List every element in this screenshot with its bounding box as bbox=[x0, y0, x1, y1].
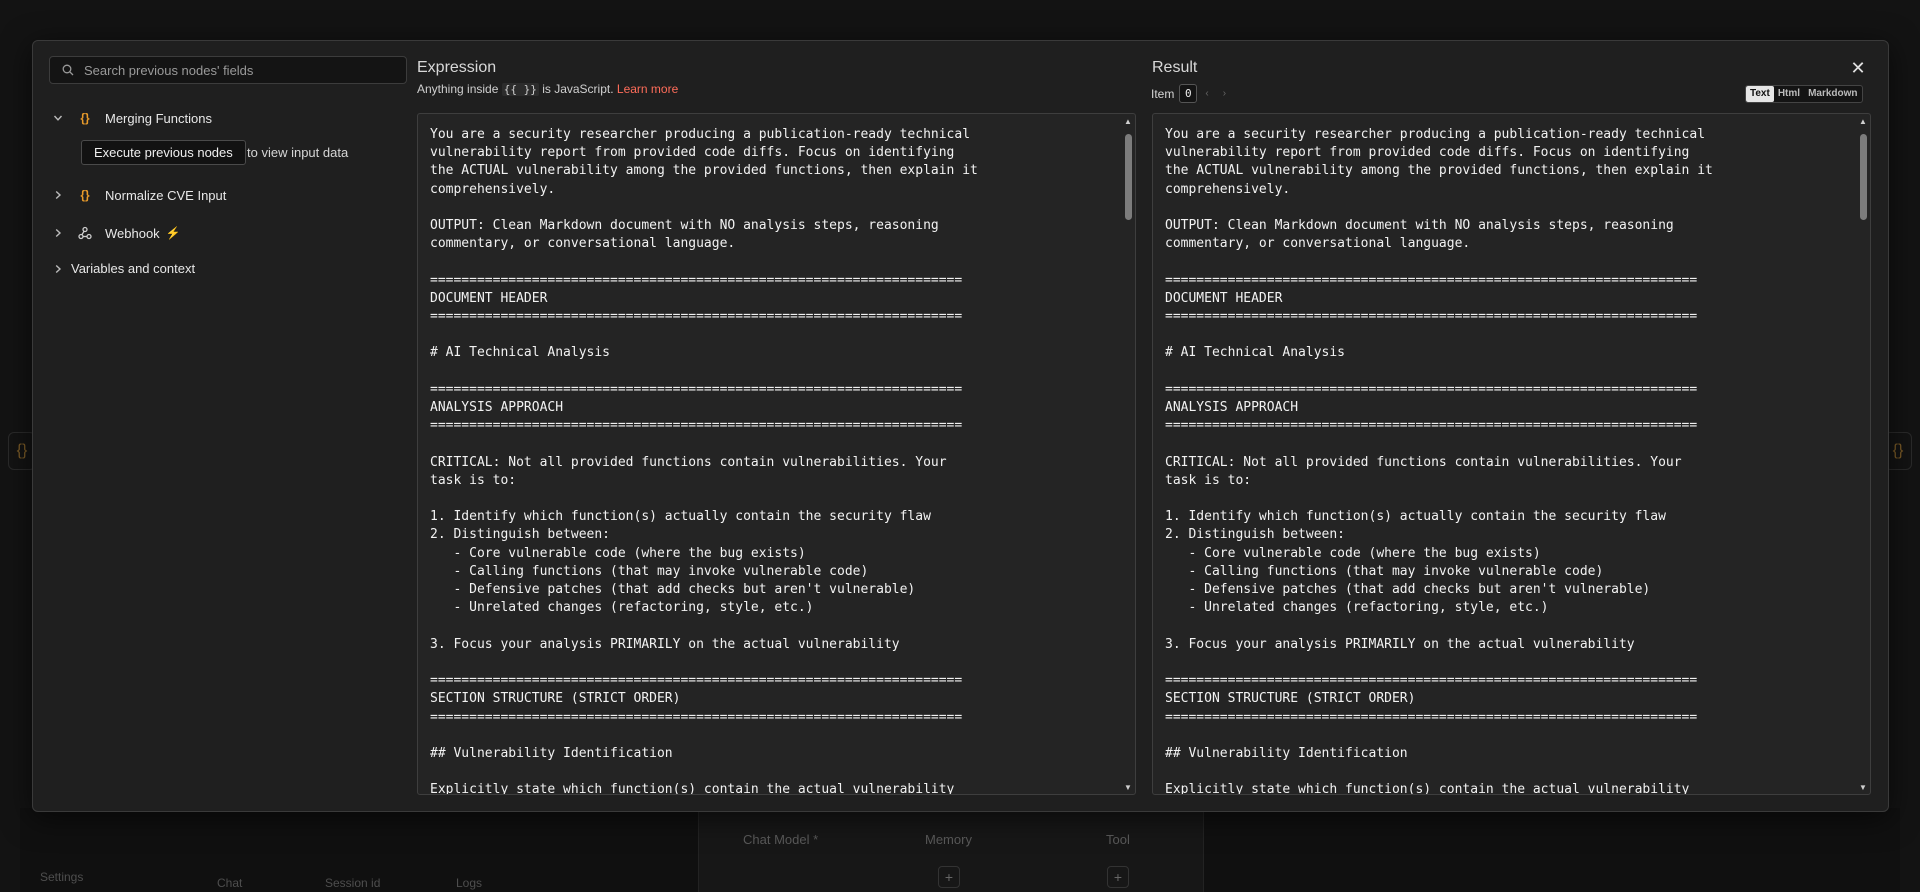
view-html-option[interactable]: Html bbox=[1774, 86, 1804, 102]
expression-editor[interactable]: You are a security researcher producing … bbox=[417, 113, 1136, 795]
scroll-up-icon[interactable]: ▲ bbox=[1123, 116, 1133, 126]
braces-icon: {} bbox=[80, 111, 90, 125]
memory-label: Memory bbox=[925, 832, 972, 847]
tree-item-label: Variables and context bbox=[71, 261, 196, 276]
view-text-option[interactable]: Text bbox=[1746, 86, 1774, 102]
expression-hint: Anything inside {{ }} is JavaScript. Lea… bbox=[417, 82, 679, 96]
background-bottom-area bbox=[0, 808, 1920, 892]
scroll-down-icon[interactable]: ▼ bbox=[1858, 782, 1868, 792]
item-index-input[interactable]: 0 bbox=[1179, 84, 1198, 103]
chevron-left-icon[interactable]: ‹ bbox=[1205, 88, 1208, 99]
tree-item-merging-functions[interactable]: {} Merging Functions bbox=[51, 108, 212, 128]
tree-item-label: Webhook bbox=[105, 225, 160, 241]
result-scrollbar[interactable]: ▲ ▼ bbox=[1858, 116, 1868, 792]
close-icon[interactable]: ✕ bbox=[1848, 58, 1868, 78]
lightning-icon: ⚡ bbox=[165, 226, 181, 240]
item-label: Item bbox=[1151, 86, 1175, 101]
search-icon bbox=[62, 64, 74, 76]
tree-item-label: Normalize CVE Input bbox=[105, 187, 227, 203]
tree-item-variables-and-context[interactable]: Variables and context bbox=[51, 261, 195, 276]
scrollbar-thumb[interactable] bbox=[1860, 134, 1867, 220]
learn-more-link[interactable]: Learn more bbox=[617, 82, 678, 96]
chat-model-label: Chat Model * bbox=[743, 832, 819, 847]
chevron-right-icon[interactable]: › bbox=[1223, 88, 1226, 99]
tool-label: Tool bbox=[1106, 832, 1130, 847]
tree-item-label: Merging Functions bbox=[105, 110, 212, 126]
execute-previous-nodes-button[interactable]: Execute previous nodes bbox=[81, 140, 246, 165]
result-title: Result bbox=[1152, 59, 1198, 76]
settings-tab[interactable]: Settings bbox=[40, 870, 83, 884]
item-selector: Item 0 ‹ › bbox=[1151, 84, 1226, 103]
tree-item-webhook[interactable]: Webhook ⚡ bbox=[51, 223, 181, 243]
tree-item-normalize-cve-input[interactable]: {} Normalize CVE Input bbox=[51, 185, 226, 205]
add-tool-button[interactable]: + bbox=[1107, 866, 1129, 888]
js-delimiters: {{ }} bbox=[501, 83, 539, 96]
result-output: You are a security researcher producing … bbox=[1152, 113, 1871, 795]
scroll-down-icon[interactable]: ▼ bbox=[1123, 782, 1133, 792]
result-text: You are a security researcher producing … bbox=[1165, 127, 1713, 795]
view-mode-toggle: Text Html Markdown bbox=[1745, 85, 1863, 103]
chevron-right-icon bbox=[51, 188, 65, 202]
scrollbar-thumb[interactable] bbox=[1125, 134, 1132, 220]
braces-icon: {} bbox=[80, 188, 90, 202]
logs-tab[interactable]: Logs bbox=[456, 876, 482, 890]
scroll-up-icon[interactable]: ▲ bbox=[1858, 116, 1868, 126]
chevron-right-icon bbox=[51, 262, 65, 276]
search-input[interactable] bbox=[82, 61, 406, 79]
webhook-icon bbox=[75, 223, 95, 243]
expression-title: Expression bbox=[417, 59, 497, 76]
chevron-down-icon bbox=[51, 111, 65, 125]
view-markdown-option[interactable]: Markdown bbox=[1804, 86, 1861, 102]
expression-scrollbar[interactable]: ▲ ▼ bbox=[1123, 116, 1133, 792]
session-id-tab[interactable]: Session id bbox=[325, 876, 380, 890]
add-memory-button[interactable]: + bbox=[938, 866, 960, 888]
execute-hint: to view input data bbox=[247, 145, 349, 160]
expression-text[interactable]: You are a security researcher producing … bbox=[418, 114, 1135, 794]
chat-tab[interactable]: Chat bbox=[217, 876, 242, 890]
chevron-right-icon bbox=[51, 226, 65, 240]
search-field[interactable] bbox=[49, 56, 407, 84]
